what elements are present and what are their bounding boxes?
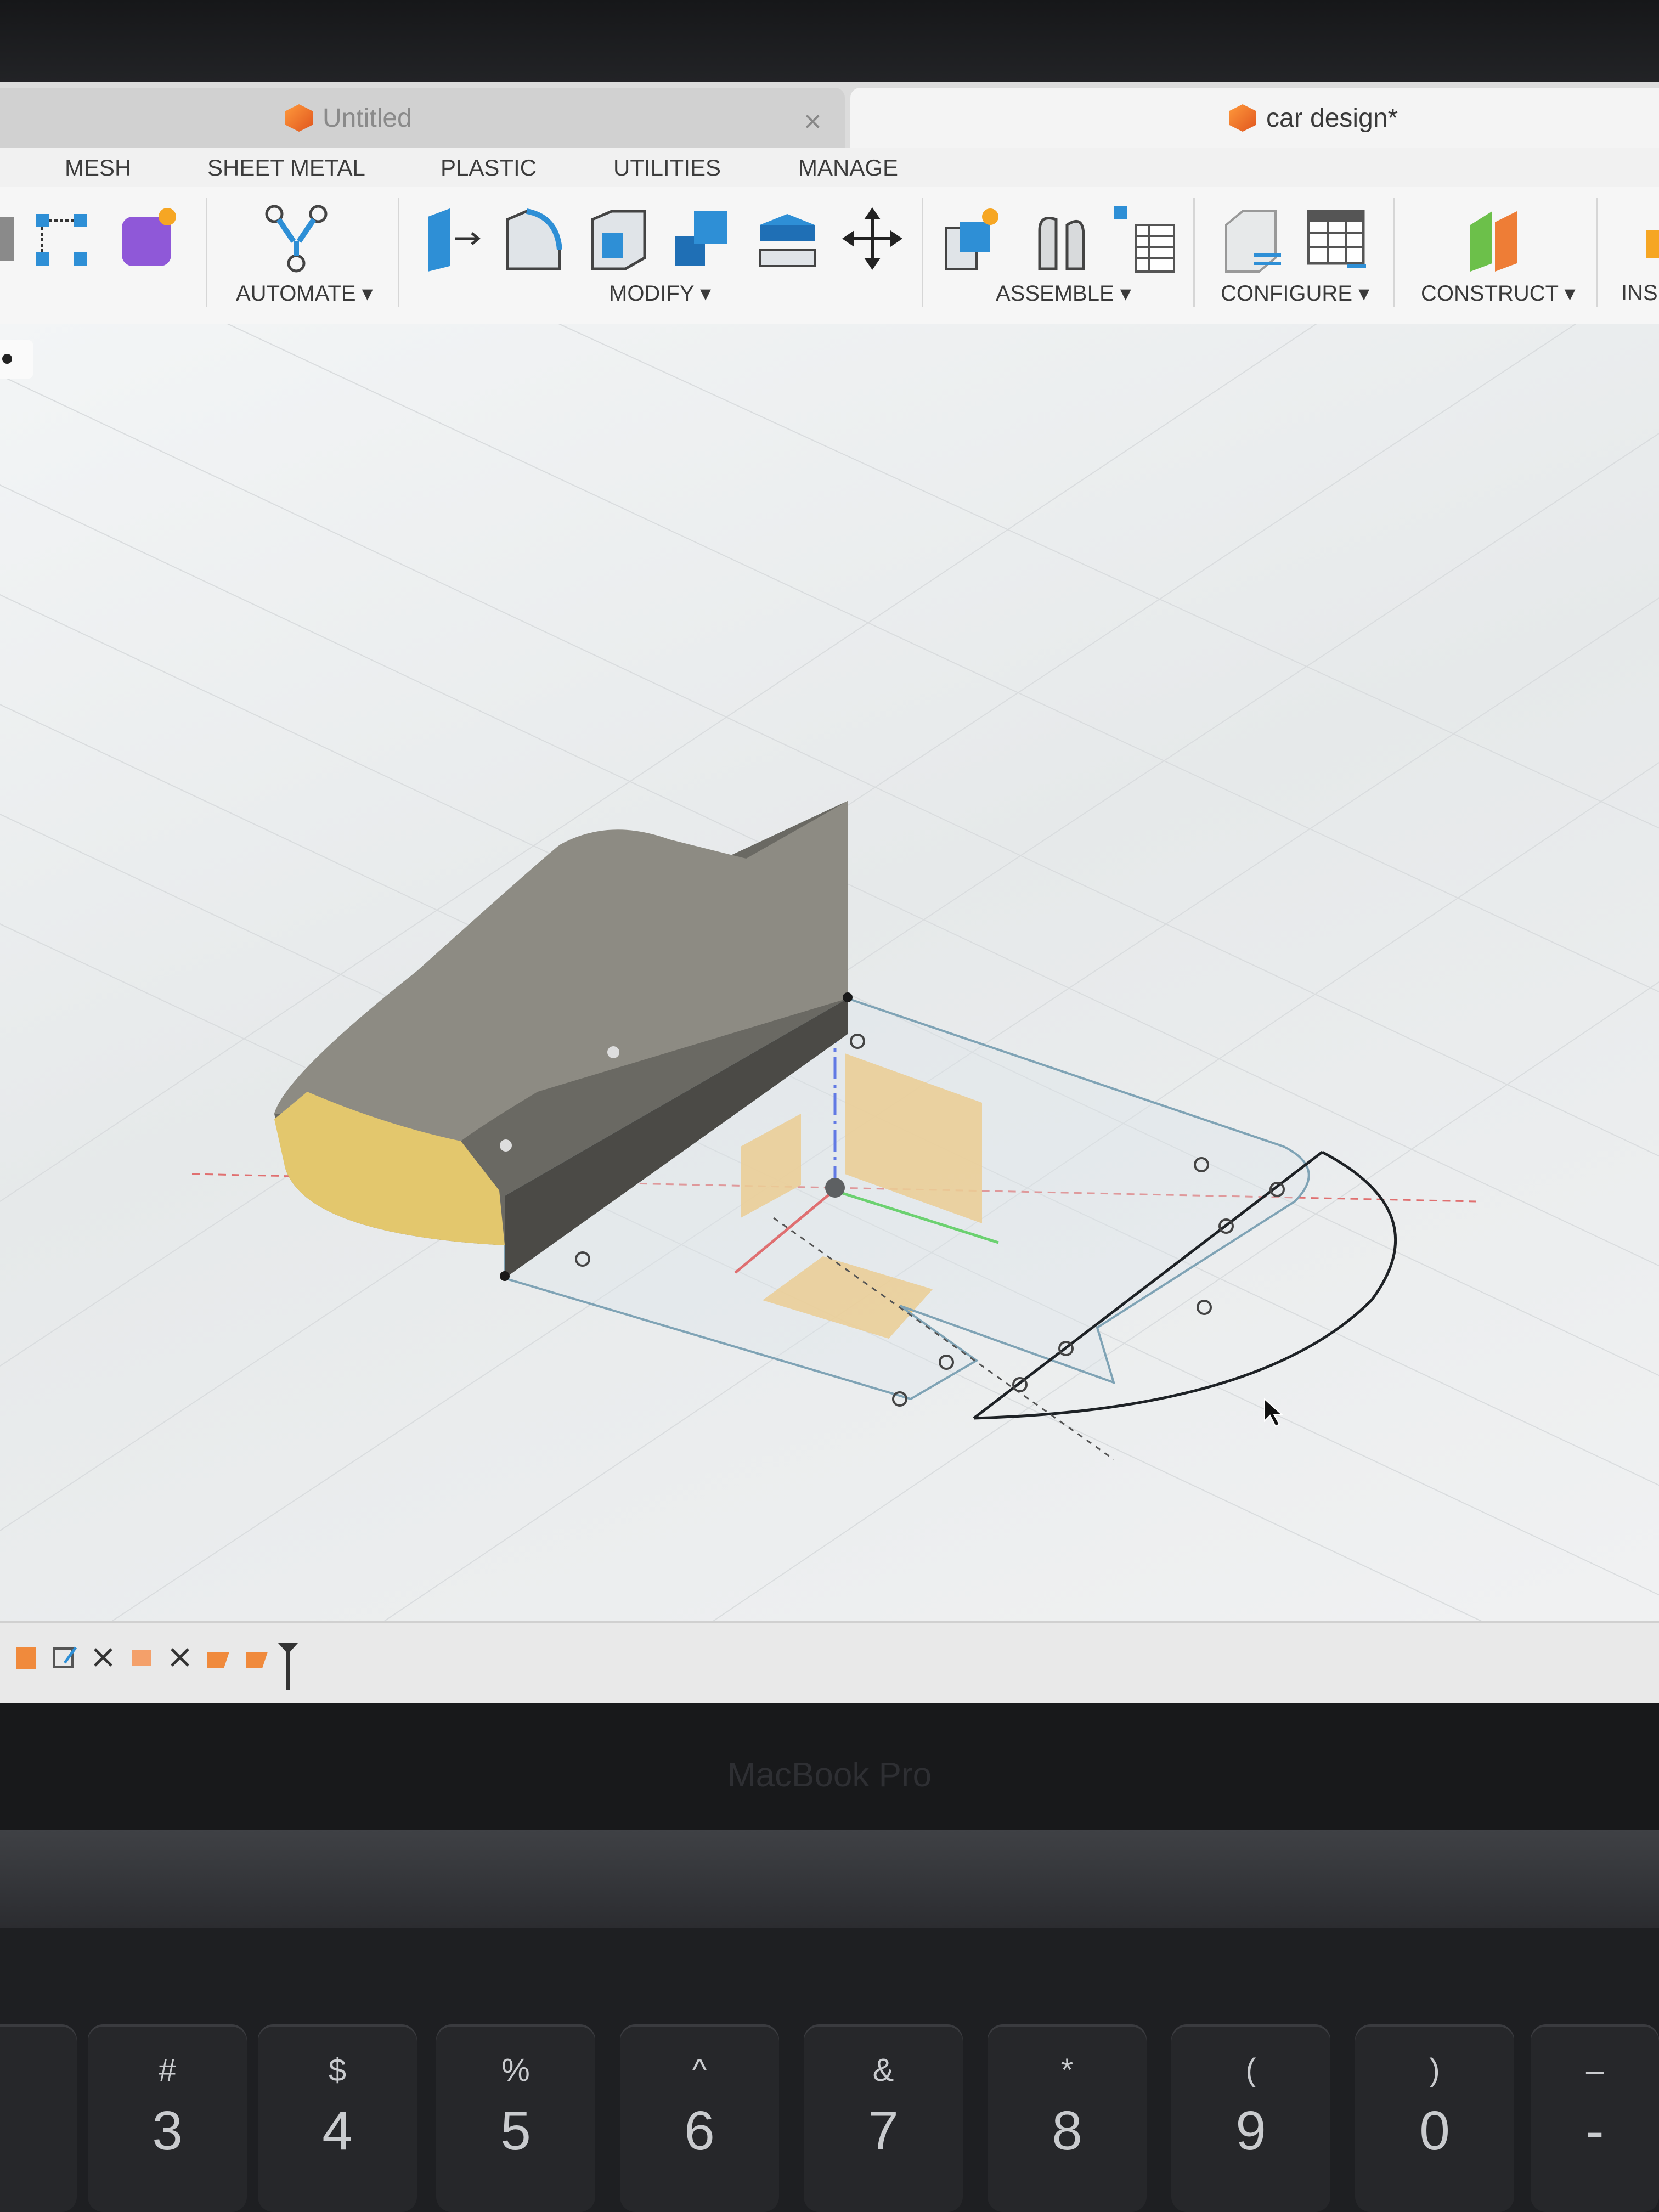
laptop-case-edge	[0, 1830, 1659, 1928]
fillet-icon[interactable]	[499, 203, 565, 274]
construct-group-label[interactable]: CONSTRUCT ▾	[1421, 281, 1576, 306]
press-pull-icon[interactable]	[417, 203, 483, 274]
shell-icon[interactable]	[584, 203, 650, 274]
sketch-point[interactable]	[1012, 1377, 1028, 1392]
sketch-constraint-icon[interactable]	[30, 203, 96, 274]
timeline-marker-icon[interactable]	[272, 1641, 304, 1690]
configure-icon[interactable]	[1221, 203, 1286, 274]
tab-car-design-label: car design*	[1266, 103, 1398, 133]
key-6[interactable]: ^ 6	[620, 2024, 779, 2212]
timeline-extrude-icon[interactable]	[202, 1641, 235, 1674]
key-8[interactable]: * 8	[988, 2024, 1147, 2212]
tab-untitled-label: Untitled	[323, 103, 412, 133]
document-tab-bar: Untitled × car design*	[0, 82, 1659, 148]
timeline-sketch-icon[interactable]	[48, 1641, 81, 1674]
model-scene[interactable]	[0, 268, 1659, 1703]
offset-plane-icon[interactable]	[1462, 203, 1528, 274]
tab-car-design[interactable]: car design*	[850, 88, 1659, 148]
assemble-group-label[interactable]: ASSEMBLE ▾	[996, 281, 1131, 306]
browser-collapse-tab[interactable]	[0, 340, 33, 379]
key-3[interactable]: #3	[88, 2024, 247, 2212]
menu-plastic[interactable]: PLASTIC	[441, 155, 537, 181]
vertex-point[interactable]	[843, 992, 853, 1002]
key-4[interactable]: $4	[258, 2024, 417, 2212]
menu-manage[interactable]: MANAGE	[798, 155, 898, 181]
vertex-point[interactable]	[500, 1271, 510, 1281]
timeline-feature-icon[interactable]	[163, 1641, 196, 1674]
partial-tool-icon[interactable]	[0, 203, 22, 274]
configuration-table-icon[interactable]	[1303, 203, 1369, 274]
timeline-feature-icon[interactable]	[87, 1641, 120, 1674]
combine-icon[interactable]	[669, 203, 735, 274]
offset-face-icon[interactable]	[754, 203, 820, 274]
edge-handle[interactable]	[607, 1046, 619, 1058]
modify-group-label[interactable]: MODIFY ▾	[609, 281, 711, 306]
key-0[interactable]: ) 0	[1355, 2024, 1514, 2212]
edge-handle[interactable]	[500, 1139, 512, 1152]
insert-icon[interactable]	[1635, 203, 1659, 274]
key-minus[interactable]: – -	[1531, 2024, 1659, 2212]
3d-canvas[interactable]: + ✥ ▭ ✋ ⌕ ⌕ ▣ ▦ ⊞	[0, 268, 1659, 1703]
timeline-body-icon[interactable]	[125, 1641, 158, 1674]
sketch-point[interactable]	[1197, 1300, 1212, 1315]
collapse-dot-icon	[2, 354, 12, 364]
key-7[interactable]: & 7	[804, 2024, 963, 2212]
screen-bezel-top	[0, 0, 1659, 82]
automate-icon[interactable]	[263, 203, 329, 274]
menu-utilities[interactable]: UTILITIES	[613, 155, 721, 181]
configure-group-label[interactable]: CONFIGURE ▾	[1221, 281, 1369, 306]
insert-group-label[interactable]: INSE	[1621, 281, 1659, 306]
move-copy-icon[interactable]	[839, 203, 905, 274]
tab-untitled[interactable]: Untitled ×	[0, 88, 845, 148]
design-file-icon	[285, 104, 313, 132]
timeline-extrude-icon[interactable]	[240, 1641, 273, 1674]
design-timeline	[0, 1621, 1659, 1703]
ribbon-toolbar: AUTOMATE ▾ MODIFY ▾ ASSEMBLE ▾ CONFIGURE…	[0, 187, 1659, 326]
key-5[interactable]: % 5	[436, 2024, 595, 2212]
bill-of-materials-icon[interactable]	[1111, 203, 1177, 274]
key-2	[0, 2024, 77, 2212]
mouse-cursor-icon	[1264, 1397, 1283, 1427]
workspace-menu-bar: MESH SHEET METAL PLASTIC UTILITIES MANAG…	[0, 148, 1659, 187]
form-create-icon[interactable]	[115, 203, 181, 274]
timeline-body-icon[interactable]	[10, 1641, 43, 1674]
automate-group-label[interactable]: AUTOMATE ▾	[236, 281, 373, 306]
design-file-icon	[1229, 104, 1256, 132]
laptop-brand: MacBook Pro	[727, 1756, 932, 1794]
close-tab-icon[interactable]: ×	[804, 103, 822, 139]
menu-sheet-metal[interactable]: SHEET METAL	[207, 155, 365, 181]
joint-icon[interactable]	[1029, 203, 1094, 274]
key-9[interactable]: (9	[1171, 2024, 1330, 2212]
menu-mesh[interactable]: MESH	[65, 155, 131, 181]
fusion-app-window: Untitled × car design* MESH SHEET METAL …	[0, 82, 1659, 1703]
new-component-icon[interactable]	[941, 203, 1007, 274]
